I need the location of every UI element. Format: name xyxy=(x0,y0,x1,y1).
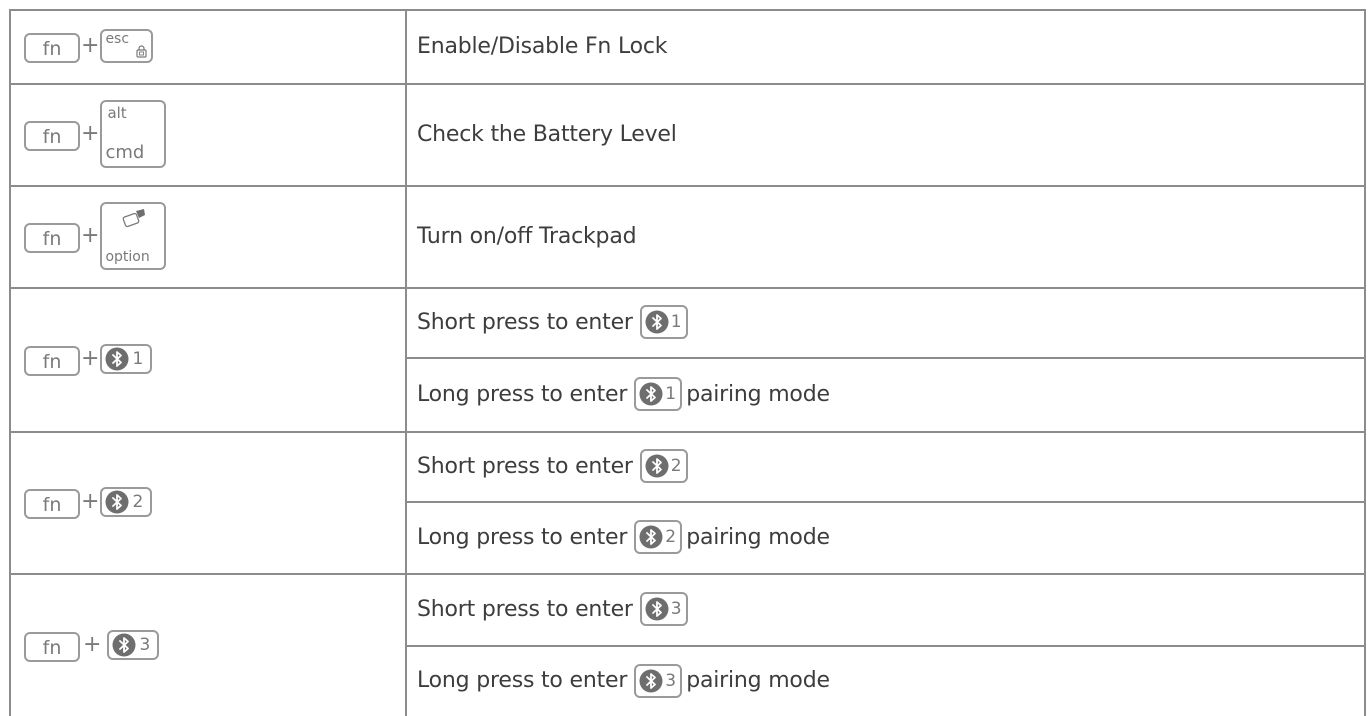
fn-key: fn xyxy=(24,346,80,376)
fn-key: fn xyxy=(24,223,80,253)
bluetooth-icon xyxy=(112,633,136,657)
bluetooth-icon xyxy=(105,347,129,371)
fn-key: fn xyxy=(24,121,80,151)
shortcut-table: fn + esc Enable/Disable Fn Lock fn + alt… xyxy=(9,9,1366,716)
channel-number: 1 xyxy=(665,384,676,404)
bluetooth-icon xyxy=(645,597,669,621)
plus-sign: + xyxy=(83,631,102,657)
action-text: Short press to enter xyxy=(417,453,633,479)
alt-key-label: alt xyxy=(107,104,127,122)
bluetooth-2-key-inline: 2 xyxy=(639,449,688,483)
plus-sign: + xyxy=(81,121,100,146)
key-combo: fn + esc xyxy=(24,29,154,63)
fn-key: fn xyxy=(24,631,80,662)
table-row-battery-keys: fn + alt cmd xyxy=(9,83,405,185)
alt-cmd-key: alt cmd xyxy=(100,100,167,168)
table-row-bt3-short: Short press to enter 3 xyxy=(405,573,1365,645)
table-row-bt3-long: Long press to enter 3 pairing mode xyxy=(405,645,1365,716)
action-text: Check the Battery Level xyxy=(417,121,677,147)
table-row-bt2-short: Short press to enter 2 xyxy=(405,431,1365,501)
esc-key: esc xyxy=(100,29,154,63)
bluetooth-3-key: 3 xyxy=(107,629,160,660)
key-combo: fn + 1 xyxy=(24,342,153,376)
bluetooth-2-key-inline: 2 xyxy=(634,520,683,554)
fn-key-label: fn xyxy=(42,494,62,516)
esc-key-label: esc xyxy=(105,31,130,47)
channel-number: 1 xyxy=(132,349,144,369)
bluetooth-1-key-inline: 1 xyxy=(639,305,688,339)
channel-number: 2 xyxy=(665,527,676,547)
table-row-bt2-keys: fn + 2 xyxy=(9,431,405,573)
bluetooth-icon xyxy=(639,525,663,549)
bluetooth-icon xyxy=(639,382,663,406)
fn-key-label: fn xyxy=(42,228,62,250)
fn-key: fn xyxy=(24,33,80,63)
table-row-trackpad-keys: fn + option xyxy=(9,185,405,287)
table-row-fn-lock-keys: fn + esc xyxy=(9,9,405,83)
channel-number: 3 xyxy=(139,634,151,655)
bluetooth-icon xyxy=(645,454,669,478)
action-text: Long press to enter xyxy=(417,668,628,693)
channel-number: 3 xyxy=(665,670,676,691)
option-key-label: option xyxy=(105,249,150,265)
action-text: Long press to enter xyxy=(417,524,628,550)
channel-number: 3 xyxy=(670,599,682,619)
table-row-trackpad-action: Turn on/off Trackpad xyxy=(405,185,1365,287)
fn-key-label: fn xyxy=(42,126,62,148)
plus-sign: + xyxy=(81,346,100,371)
lock-icon xyxy=(136,45,148,58)
plus-sign: + xyxy=(81,223,100,248)
fn-key-label: fn xyxy=(42,351,62,373)
action-suffix: pairing mode xyxy=(686,381,830,407)
bluetooth-1-key-inline: 1 xyxy=(634,377,683,411)
table-row-bt1-short: Short press to enter 1 xyxy=(405,287,1365,357)
key-combo: fn + option xyxy=(24,202,167,270)
trackpad-icon xyxy=(123,209,146,228)
key-combo: fn + 3 xyxy=(24,628,160,662)
bluetooth-1-key: 1 xyxy=(100,344,153,374)
bluetooth-3-key-inline: 3 xyxy=(634,663,683,698)
plus-sign: + xyxy=(81,489,100,514)
table-row-fn-lock-action: Enable/Disable Fn Lock xyxy=(405,9,1365,83)
bluetooth-3-key-inline: 3 xyxy=(639,592,688,626)
fn-key: fn xyxy=(24,489,80,519)
fn-key-label: fn xyxy=(42,38,62,60)
action-text: Short press to enter xyxy=(417,309,633,335)
action-text: Turn on/off Trackpad xyxy=(417,223,637,249)
bluetooth-2-key: 2 xyxy=(100,487,153,517)
table-row-bt1-long: Long press to enter 1 pairing mode xyxy=(405,357,1365,431)
table-row-battery-action: Check the Battery Level xyxy=(405,83,1365,185)
cmd-key-label: cmd xyxy=(105,142,145,163)
key-combo: fn + 2 xyxy=(24,485,153,519)
action-text: Enable/Disable Fn Lock xyxy=(417,33,668,59)
plus-sign: + xyxy=(81,33,100,58)
channel-number: 2 xyxy=(132,492,144,512)
option-key: option xyxy=(100,202,167,270)
action-suffix: pairing mode xyxy=(686,668,830,693)
action-text: Long press to enter xyxy=(417,381,628,407)
table-row-bt1-keys: fn + 1 xyxy=(9,287,405,431)
bluetooth-icon xyxy=(639,669,663,693)
channel-number: 2 xyxy=(670,456,682,476)
action-suffix: pairing mode xyxy=(686,524,830,550)
fn-key-label: fn xyxy=(42,636,62,659)
key-combo: fn + alt cmd xyxy=(24,100,167,168)
table-row-bt2-long: Long press to enter 2 pairing mode xyxy=(405,501,1365,573)
bluetooth-icon xyxy=(105,490,129,514)
action-text: Short press to enter xyxy=(417,596,633,622)
table-row-bt3-keys: fn + 3 xyxy=(9,573,405,716)
bluetooth-icon xyxy=(645,310,669,334)
channel-number: 1 xyxy=(670,312,682,332)
